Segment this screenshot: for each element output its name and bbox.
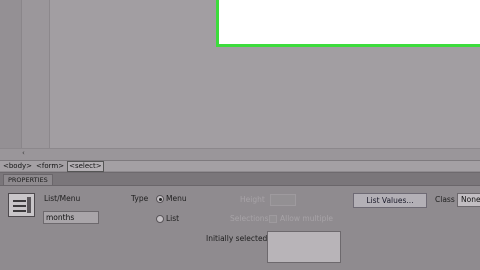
list-menu-icon [8,193,35,217]
type-menu-radio[interactable] [156,195,164,203]
properties-header: PROPERTIES [0,173,480,186]
selections-label: Selections [230,214,269,223]
properties-panel: PROPERTIES List/Menu months Type Menu Li… [0,172,480,270]
form-outline[interactable] [216,0,480,47]
type-list-radio[interactable] [156,215,164,223]
height-label: Height [240,195,265,204]
allow-multiple-checkbox [269,215,277,223]
initially-selected-list[interactable] [267,231,341,263]
tag-select[interactable]: <select> [67,160,104,172]
class-label: Class [435,195,455,204]
tag-selector: <body> <form> <select> [0,160,480,172]
horizontal-scrollbar[interactable]: ‹ [0,148,480,160]
scroll-left-icon[interactable]: ‹ [22,149,25,157]
list-values-button[interactable]: List Values... [353,193,427,208]
name-field[interactable]: months [43,211,99,224]
class-select[interactable]: None [457,193,480,207]
design-view: ‹ [0,0,480,160]
type-label: Type [131,194,149,203]
tag-form[interactable]: <form> [35,162,65,171]
element-type-label: List/Menu [44,194,81,203]
height-field [270,194,296,206]
canvas-gutter [22,0,50,148]
allow-multiple-label: Allow multiple [280,214,334,223]
initially-selected-label: Initially selected [206,234,268,243]
type-menu-label: Menu [166,194,187,203]
left-panel-strip [0,0,22,148]
tag-body[interactable]: <body> [2,162,33,171]
type-list-label: List [166,214,180,223]
tab-properties[interactable]: PROPERTIES [3,174,53,185]
